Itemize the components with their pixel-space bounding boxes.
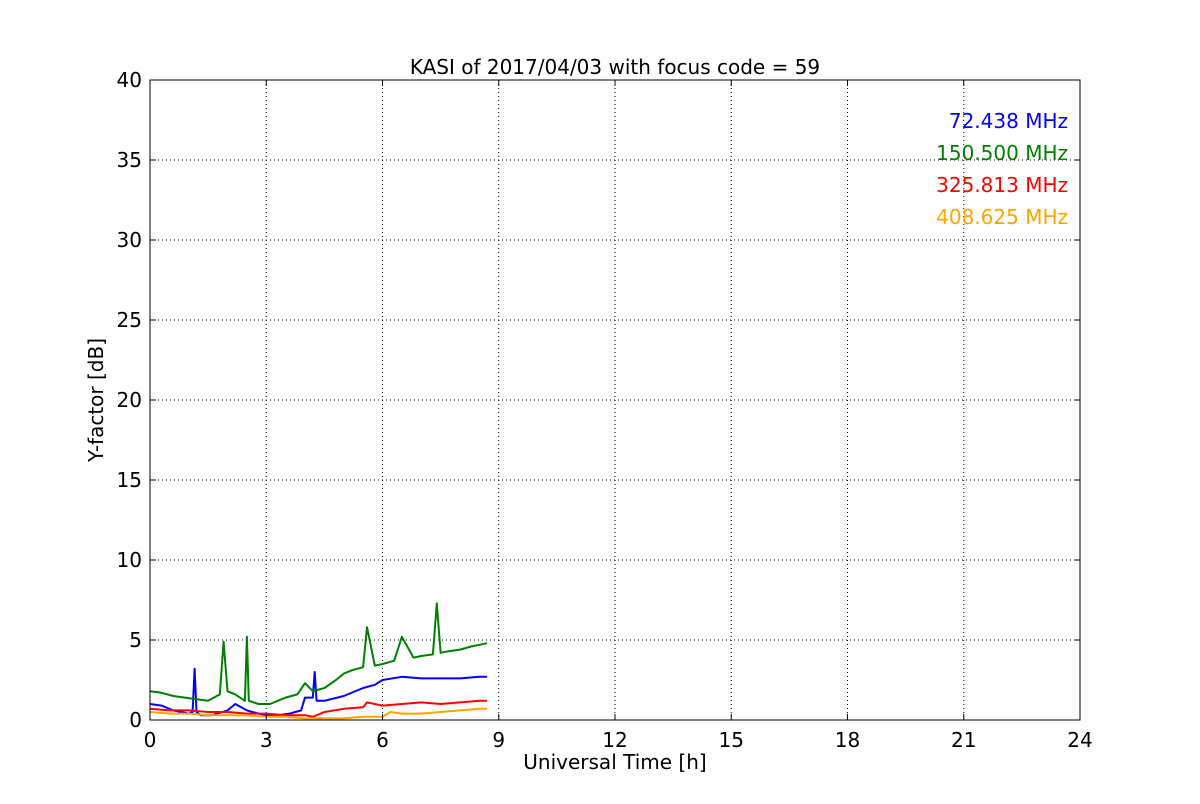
chart-title: KASI of 2017/04/03 with focus code = 59 [410, 55, 820, 79]
x-tick-label: 6 [376, 728, 389, 752]
x-tick-label: 12 [602, 728, 627, 752]
legend-entry-4: 408.625 MHz [936, 205, 1068, 229]
y-axis-label: Y-factor [dB] [84, 338, 108, 463]
x-tick-label: 21 [951, 728, 976, 752]
y-tick-label: 15 [117, 468, 142, 492]
x-tick-label: 3 [260, 728, 273, 752]
x-tick-label: 18 [835, 728, 860, 752]
legend-entry-3: 325.813 MHz [936, 173, 1068, 197]
series-line-1 [149, 667, 488, 717]
y-tick-label: 30 [117, 228, 142, 252]
y-tick-label: 20 [117, 388, 142, 412]
series-line-2 [149, 602, 488, 705]
x-tick-label: 9 [492, 728, 505, 752]
x-tick-label: 15 [719, 728, 744, 752]
x-axis-label: Universal Time [h] [523, 750, 706, 774]
legend-entry-2: 150.500 MHz [936, 141, 1068, 165]
x-tick-label: 0 [144, 728, 157, 752]
y-tick-label: 40 [117, 68, 142, 92]
y-tick-label: 0 [129, 708, 142, 732]
legend-entry-1: 72.438 MHz [949, 109, 1068, 133]
y-tick-label: 25 [117, 308, 142, 332]
line-chart: KASI of 2017/04/03 with focus code = 59 … [84, 55, 1093, 774]
y-tick-label: 5 [129, 628, 142, 652]
chart-container: KASI of 2017/04/03 with focus code = 59 … [0, 0, 1200, 800]
y-tick-label: 35 [117, 148, 142, 172]
y-tick-label: 10 [117, 548, 142, 572]
plot-area: 0 3 6 9 12 15 18 21 24 0 5 10 15 20 25 30 35 40 72.438 MHz… [117, 68, 1093, 752]
x-tick-label: 24 [1067, 728, 1092, 752]
